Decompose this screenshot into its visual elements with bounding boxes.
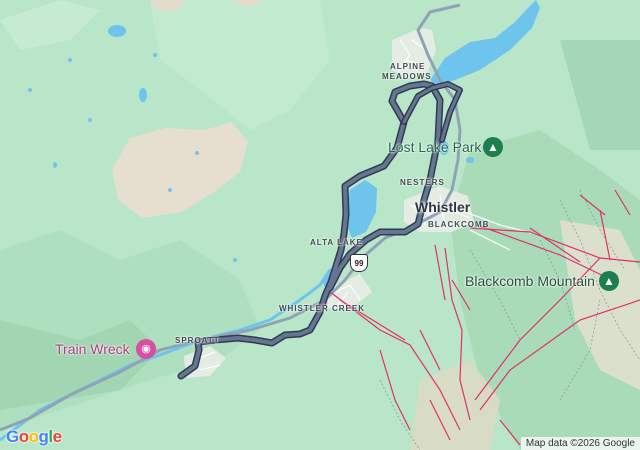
map-canvas[interactable]: ALPINE MEADOWS Lost Lake Park ▲ NESTERS …	[0, 0, 640, 450]
mountain-icon[interactable]: ▲	[599, 271, 619, 291]
label-alta-lake: ALTA LAKE	[310, 238, 363, 247]
label-nesters: NESTERS	[400, 178, 445, 187]
label-alpine-meadows-line2: MEADOWS	[382, 72, 432, 81]
logo-letter: g	[38, 427, 49, 446]
label-blackcomb: BLACKCOMB	[428, 220, 490, 229]
label-whistler[interactable]: Whistler	[415, 199, 470, 215]
tree-glyph: ▲	[487, 140, 499, 154]
logo-letter: G	[6, 427, 19, 446]
highway-99-shield: 99	[350, 254, 368, 272]
camera-glyph: ◉	[141, 342, 151, 355]
google-logo[interactable]: Google	[6, 427, 62, 447]
label-whistler-creek: WHISTLER CREEK	[279, 304, 365, 313]
label-train-wreck[interactable]: Train Wreck	[55, 341, 130, 357]
label-alpine-meadows-line1: ALPINE	[390, 62, 426, 71]
map-attribution[interactable]: Map data ©2026 Google	[520, 437, 640, 450]
label-blackcomb-mountain[interactable]: Blackcomb Mountain	[465, 273, 595, 289]
logo-letter: o	[28, 427, 39, 446]
tree-icon[interactable]: ▲	[483, 137, 503, 157]
label-sproatt: SPROATT	[175, 336, 220, 345]
camera-icon[interactable]: ◉	[136, 339, 156, 359]
mountain-glyph: ▲	[603, 274, 615, 288]
logo-letter: o	[18, 427, 29, 446]
logo-letter: e	[52, 427, 62, 446]
label-lost-lake-park[interactable]: Lost Lake Park	[388, 139, 481, 155]
map-base-layer	[0, 0, 640, 450]
